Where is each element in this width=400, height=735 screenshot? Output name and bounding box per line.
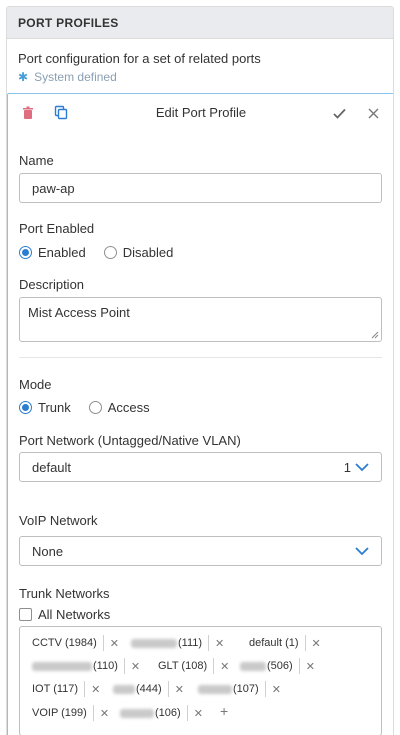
- trunk-networks-tag-input[interactable]: CCTV (1984) ✕ (111) ✕ default (1) ✕ (110…: [19, 626, 382, 735]
- chevron-down-icon[interactable]: [355, 546, 369, 556]
- port-network-label: Port Network (Untagged/Native VLAN): [19, 433, 241, 448]
- remove-tag-icon[interactable]: ✕: [175, 683, 184, 696]
- disabled-radio-label: Disabled: [122, 245, 174, 260]
- resize-grip-icon[interactable]: [371, 331, 379, 339]
- edit-port-profile-card: Edit Port Profile Name paw-ap Port Enabl…: [7, 93, 393, 735]
- port-network-count: 1: [343, 459, 351, 475]
- trunk-tag: (111) ✕: [131, 635, 224, 651]
- trunk-tag-label: VOIP (199): [32, 707, 87, 719]
- remove-tag-icon[interactable]: ✕: [312, 637, 321, 650]
- trunk-tag-label: IOT (117): [32, 683, 79, 695]
- trunk-networks-label: Trunk Networks: [19, 586, 110, 601]
- trunk-tag: IOT (117) ✕: [32, 681, 100, 697]
- port-enabled-radio-group: Enabled Disabled: [19, 245, 191, 260]
- name-label: Name: [19, 153, 54, 168]
- remove-tag-icon[interactable]: ✕: [110, 637, 119, 650]
- star-icon: ✱: [18, 70, 29, 84]
- voip-network-label: VoIP Network: [19, 513, 98, 528]
- trunk-tag-label: (111): [178, 637, 203, 649]
- redacted-text: [198, 684, 232, 694]
- trunk-tag-label: (506): [267, 660, 293, 672]
- remove-tag-icon[interactable]: ✕: [272, 683, 281, 696]
- trunk-tag-label: (444): [136, 683, 162, 695]
- redacted-text: [240, 661, 266, 671]
- port-network-select[interactable]: default 1: [19, 452, 382, 482]
- remove-tag-icon[interactable]: ✕: [91, 683, 100, 696]
- enabled-radio-circle[interactable]: [19, 246, 32, 259]
- enabled-radio-label: Enabled: [38, 245, 86, 260]
- redacted-text: [131, 638, 177, 648]
- remove-tag-icon[interactable]: ✕: [306, 660, 315, 673]
- trunk-tag: (506) ✕: [240, 658, 315, 674]
- description-label: Description: [19, 277, 85, 292]
- trunk-tag: (106) ✕: [120, 705, 203, 721]
- trunk-tag: default (1) ✕: [249, 635, 321, 651]
- system-defined-label: System defined: [34, 70, 117, 84]
- add-tag-icon[interactable]: +: [220, 703, 228, 719]
- trunk-tag-label: default (1): [249, 637, 299, 649]
- checkmark-icon[interactable]: [333, 107, 346, 122]
- chevron-down-icon[interactable]: [355, 462, 369, 472]
- trunk-radio-circle[interactable]: [19, 401, 32, 414]
- remove-tag-icon[interactable]: ✕: [220, 660, 229, 673]
- panel-title: PORT PROFILES: [18, 15, 119, 30]
- redacted-text: [120, 708, 154, 718]
- card-header: Edit Port Profile: [8, 94, 393, 132]
- voip-network-value: None: [32, 543, 64, 559]
- access-radio-circle[interactable]: [88, 401, 102, 414]
- trunk-tag-label: (110): [93, 660, 118, 672]
- trunk-radio-label: Trunk: [38, 400, 71, 415]
- remove-tag-icon[interactable]: ✕: [194, 707, 203, 720]
- description-value: Mist Access Point: [28, 305, 130, 320]
- trunk-tag: GLT (108) ✕: [158, 658, 229, 674]
- system-defined-note: ✱ System defined: [18, 70, 117, 84]
- trunk-tag: (107) ✕: [198, 681, 281, 697]
- trunk-tag-label: (106): [155, 707, 181, 719]
- remove-tag-icon[interactable]: ✕: [131, 660, 140, 673]
- name-input[interactable]: paw-ap: [19, 173, 382, 203]
- trunk-tag-label: GLT (108): [158, 660, 208, 672]
- remove-tag-icon[interactable]: ✕: [100, 707, 109, 720]
- trunk-tag: CCTV (1984) ✕: [32, 635, 119, 651]
- remove-tag-icon[interactable]: ✕: [215, 637, 224, 650]
- trunk-radio[interactable]: Trunk: [19, 400, 71, 415]
- mode-label: Mode: [19, 377, 52, 392]
- port-profiles-panel: PORT PROFILES Port configuration for a s…: [6, 6, 394, 735]
- panel-description: Port configuration for a set of related …: [18, 51, 261, 66]
- redacted-text: [113, 684, 135, 694]
- trunk-tag: (444) ✕: [113, 681, 184, 697]
- port-network-value: default: [32, 459, 72, 475]
- access-radio[interactable]: Access: [88, 400, 150, 415]
- close-icon[interactable]: [368, 107, 379, 122]
- trunk-tag: VOIP (199) ✕: [32, 705, 109, 721]
- redacted-text: [32, 661, 92, 671]
- port-enabled-label: Port Enabled: [19, 221, 95, 236]
- mode-radio-group: Trunk Access: [19, 400, 168, 415]
- voip-network-select[interactable]: None: [19, 536, 382, 566]
- trunk-tag-label: CCTV (1984): [32, 637, 97, 649]
- disabled-radio[interactable]: Disabled: [103, 245, 174, 260]
- all-networks-checkbox-row[interactable]: All Networks: [19, 607, 110, 622]
- all-networks-checkbox[interactable]: [19, 608, 32, 621]
- trunk-tag-label: (107): [233, 683, 259, 695]
- trunk-tag: (110) ✕: [32, 658, 140, 674]
- description-textarea[interactable]: Mist Access Point: [19, 297, 382, 342]
- panel-header: PORT PROFILES: [7, 7, 393, 39]
- enabled-radio[interactable]: Enabled: [19, 245, 86, 260]
- disabled-radio-circle[interactable]: [103, 246, 117, 259]
- access-radio-label: Access: [107, 400, 150, 415]
- section-divider: [19, 357, 382, 358]
- all-networks-label: All Networks: [38, 607, 111, 622]
